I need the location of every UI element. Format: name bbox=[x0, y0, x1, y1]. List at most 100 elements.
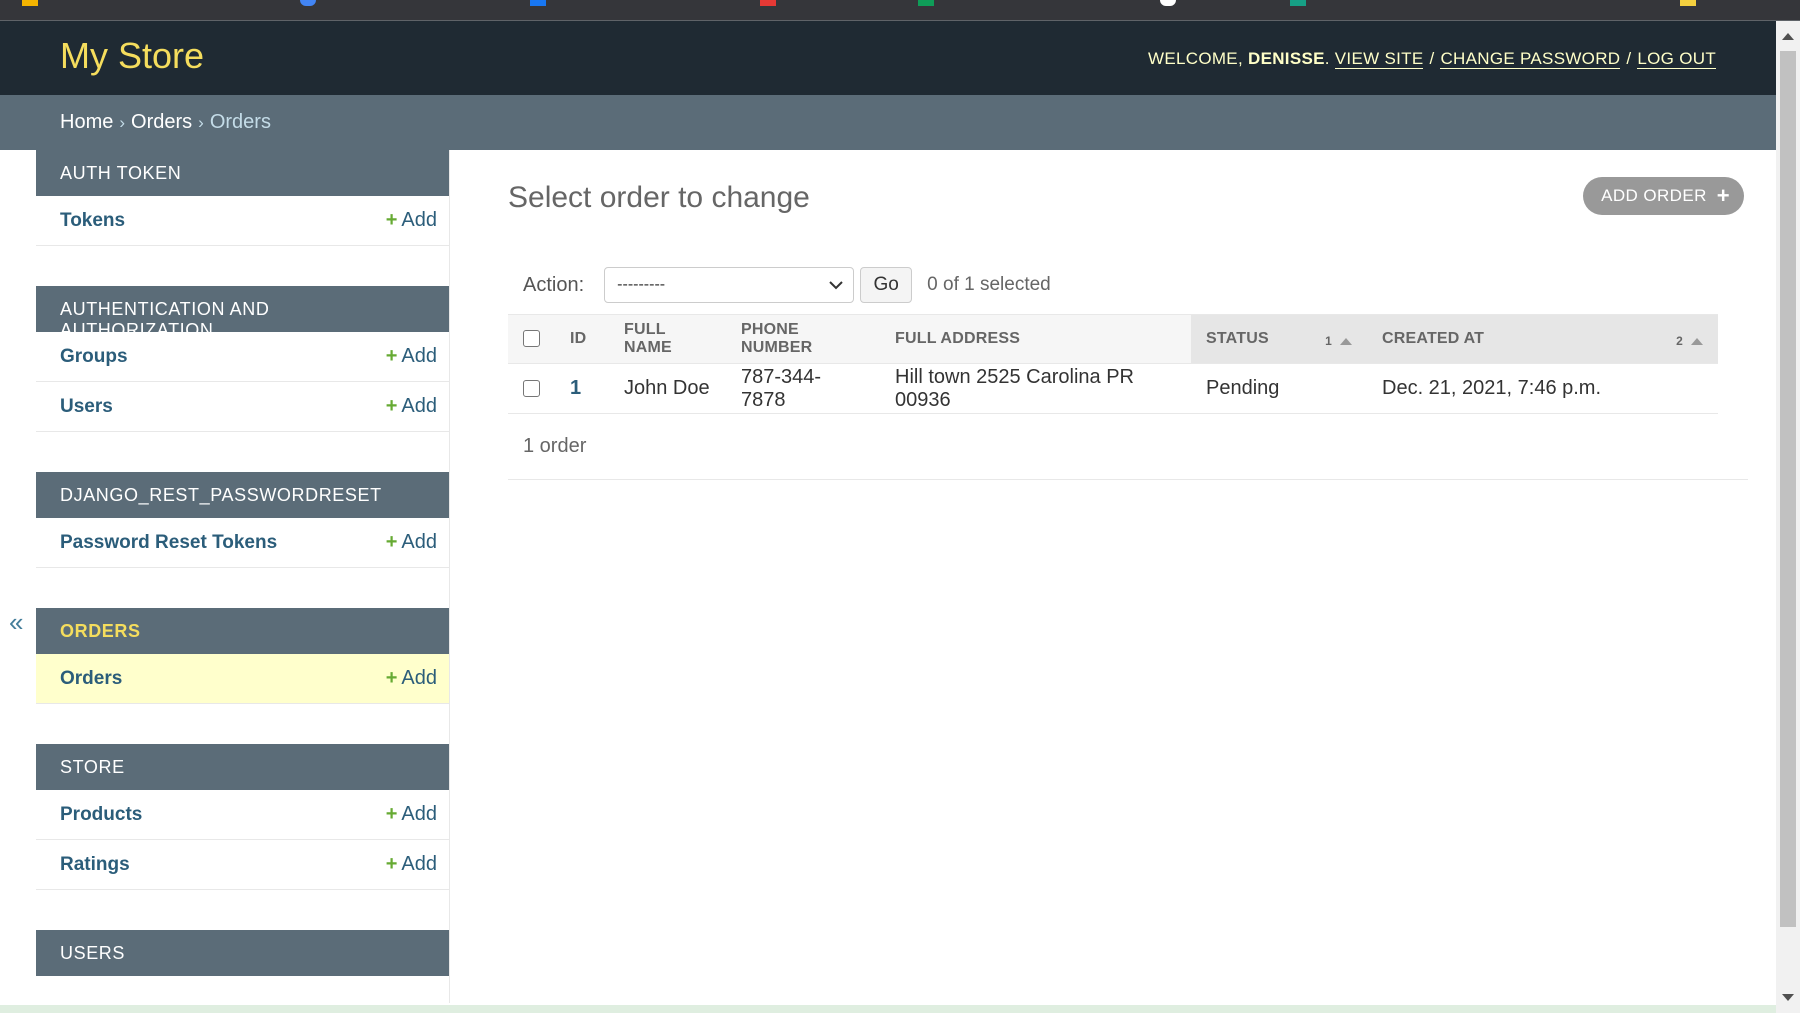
model-link[interactable]: Password Reset Tokens bbox=[60, 532, 277, 554]
sidebar-item-orders: Orders + Add bbox=[36, 654, 449, 704]
module-store: STORE Products + Add Ratings + Add bbox=[36, 744, 449, 890]
sidebar-item-tokens: Tokens + Add bbox=[36, 196, 449, 246]
module-password-reset: DJANGO_REST_PASSWORDRESET Password Reset… bbox=[36, 472, 449, 568]
table-header-row: ID FULL NAME PHONE NUMBER FULL ADDRESS S… bbox=[508, 314, 1718, 364]
breadcrumb-separator: › bbox=[119, 113, 126, 132]
go-button[interactable]: Go bbox=[860, 267, 913, 303]
bookmark-icon[interactable] bbox=[918, 0, 934, 6]
add-ratings-link[interactable]: + Add bbox=[386, 853, 437, 876]
bookmark-icon[interactable] bbox=[530, 0, 546, 6]
action-select[interactable]: --------- bbox=[604, 267, 855, 303]
select-all-checkbox[interactable] bbox=[523, 330, 540, 348]
sort-priority: 2 bbox=[1676, 334, 1703, 348]
module-caption[interactable]: AUTH TOKEN bbox=[36, 150, 449, 196]
module-caption[interactable]: AUTHENTICATION AND AUTHORIZATION bbox=[36, 286, 449, 340]
nav-sidebar: AUTH TOKEN Tokens + Add AUTHENTICATION AN… bbox=[36, 150, 450, 1003]
welcome-text: WELCOME, bbox=[1148, 49, 1243, 68]
breadcrumb-app[interactable]: Orders bbox=[131, 111, 192, 133]
site-name[interactable]: My Store bbox=[60, 35, 204, 77]
row-checkbox[interactable] bbox=[523, 380, 540, 398]
sidebar-item-users: Users + Add bbox=[36, 382, 449, 432]
column-header-phone-number[interactable]: PHONE NUMBER bbox=[726, 314, 880, 364]
plus-icon: + bbox=[1716, 183, 1730, 208]
module-authentication: AUTHENTICATION AND AUTHORIZATION Groups … bbox=[36, 286, 449, 432]
plus-icon: + bbox=[385, 209, 398, 231]
bookmark-icon[interactable] bbox=[1290, 0, 1306, 6]
separator: / bbox=[1626, 49, 1632, 68]
module-caption[interactable]: ORDERS bbox=[36, 608, 449, 654]
column-header-full-name[interactable]: FULL NAME bbox=[609, 314, 726, 364]
site-header: My Store WELCOME, DENISSE. VIEW SITE / CHA… bbox=[0, 21, 1776, 95]
add-groups-link[interactable]: + Add bbox=[386, 345, 437, 368]
add-password-reset-tokens-link[interactable]: + Add bbox=[386, 531, 437, 554]
cell-full-address: Hill town 2525 Carolina PR 00936 bbox=[880, 363, 1191, 414]
sidebar-collapse-icon[interactable]: « bbox=[9, 607, 23, 638]
scrollbar-thumb[interactable] bbox=[1780, 51, 1796, 927]
sort-priority: 1 bbox=[1325, 334, 1352, 348]
bookmark-icon[interactable] bbox=[22, 0, 38, 6]
sort-ascending-icon[interactable] bbox=[1340, 338, 1352, 346]
cell-status: Pending bbox=[1191, 363, 1367, 414]
add-order-button[interactable]: ADD ORDER + bbox=[1583, 177, 1744, 215]
add-users-link[interactable]: + Add bbox=[386, 395, 437, 418]
column-header-id[interactable]: ID bbox=[555, 314, 609, 364]
order-id-link[interactable]: 1 bbox=[555, 363, 609, 414]
plus-icon: + bbox=[385, 803, 398, 825]
scroll-down-icon[interactable] bbox=[1782, 994, 1794, 1001]
paginator: 1 order bbox=[508, 415, 1748, 480]
sidebar-item-ratings: Ratings + Add bbox=[36, 840, 449, 890]
add-orders-link[interactable]: + Add bbox=[386, 667, 437, 690]
sort-ascending-icon[interactable] bbox=[1691, 338, 1703, 346]
module-caption[interactable]: STORE bbox=[36, 744, 449, 790]
module-users: USERS bbox=[36, 930, 449, 976]
chevron-down-icon bbox=[829, 280, 843, 289]
plus-icon: + bbox=[385, 853, 398, 875]
scroll-up-icon[interactable] bbox=[1782, 33, 1794, 40]
add-tokens-link[interactable]: + Add bbox=[386, 209, 437, 232]
module-caption[interactable]: USERS bbox=[36, 930, 449, 976]
module-caption[interactable]: DJANGO_REST_PASSWORDRESET bbox=[36, 472, 449, 518]
view-site-link[interactable]: VIEW SITE bbox=[1334, 49, 1424, 69]
cell-phone-number: 787-344-7878 bbox=[726, 363, 880, 414]
column-header-full-address[interactable]: FULL ADDRESS bbox=[880, 314, 1191, 364]
bookmark-icon[interactable] bbox=[760, 0, 776, 6]
breadcrumb-current: Orders bbox=[209, 111, 271, 133]
action-label: Action: bbox=[523, 273, 585, 296]
plus-icon: + bbox=[385, 667, 398, 689]
row-select-cell bbox=[508, 363, 555, 414]
bookmark-icon[interactable] bbox=[1160, 0, 1176, 6]
model-link[interactable]: Ratings bbox=[60, 854, 130, 876]
user-tools: WELCOME, DENISSE. VIEW SITE / CHANGE PASSW… bbox=[1148, 49, 1716, 69]
vertical-scrollbar[interactable] bbox=[1776, 21, 1800, 1013]
model-link[interactable]: Groups bbox=[60, 346, 128, 368]
separator: / bbox=[1429, 49, 1435, 68]
cell-full-name: John Doe bbox=[609, 363, 726, 414]
bookmark-icon[interactable] bbox=[300, 0, 316, 6]
browser-bookmarks-bar bbox=[0, 0, 1800, 21]
module-auth-token: AUTH TOKEN Tokens + Add bbox=[36, 150, 449, 246]
breadcrumb-separator: › bbox=[198, 113, 204, 132]
add-products-link[interactable]: + Add bbox=[386, 803, 437, 826]
breadcrumb-home[interactable]: Home bbox=[60, 111, 113, 133]
sidebar-item-products: Products + Add bbox=[36, 790, 449, 840]
selection-counter: 0 of 1 selected bbox=[927, 274, 1051, 295]
plus-icon: + bbox=[385, 345, 398, 367]
bookmark-icon[interactable] bbox=[1680, 0, 1696, 6]
model-link[interactable]: Users bbox=[60, 396, 113, 418]
model-link[interactable]: Tokens bbox=[60, 210, 125, 232]
column-header-created-at[interactable]: CREATED AT 2 bbox=[1367, 314, 1718, 364]
page-title: Select order to change bbox=[508, 181, 810, 214]
results-table: ID FULL NAME PHONE NUMBER FULL ADDRESS S… bbox=[508, 314, 1718, 414]
column-header-status[interactable]: STATUS 1 bbox=[1191, 314, 1367, 364]
model-link[interactable]: Products bbox=[60, 804, 142, 826]
username: DENISSE bbox=[1248, 49, 1325, 68]
change-password-link[interactable]: CHANGE PASSWORD bbox=[1440, 49, 1621, 69]
log-out-link[interactable]: LOG OUT bbox=[1637, 49, 1716, 69]
plus-icon: + bbox=[385, 531, 398, 553]
sidebar-item-groups: Groups + Add bbox=[36, 332, 449, 382]
model-link[interactable]: Orders bbox=[60, 668, 122, 690]
status-bar bbox=[0, 1005, 1776, 1013]
actions-bar: Action: --------- Go 0 of 1 selected bbox=[508, 260, 1718, 310]
plus-icon: + bbox=[385, 395, 398, 417]
sidebar-item-password-reset-tokens: Password Reset Tokens + Add bbox=[36, 518, 449, 568]
